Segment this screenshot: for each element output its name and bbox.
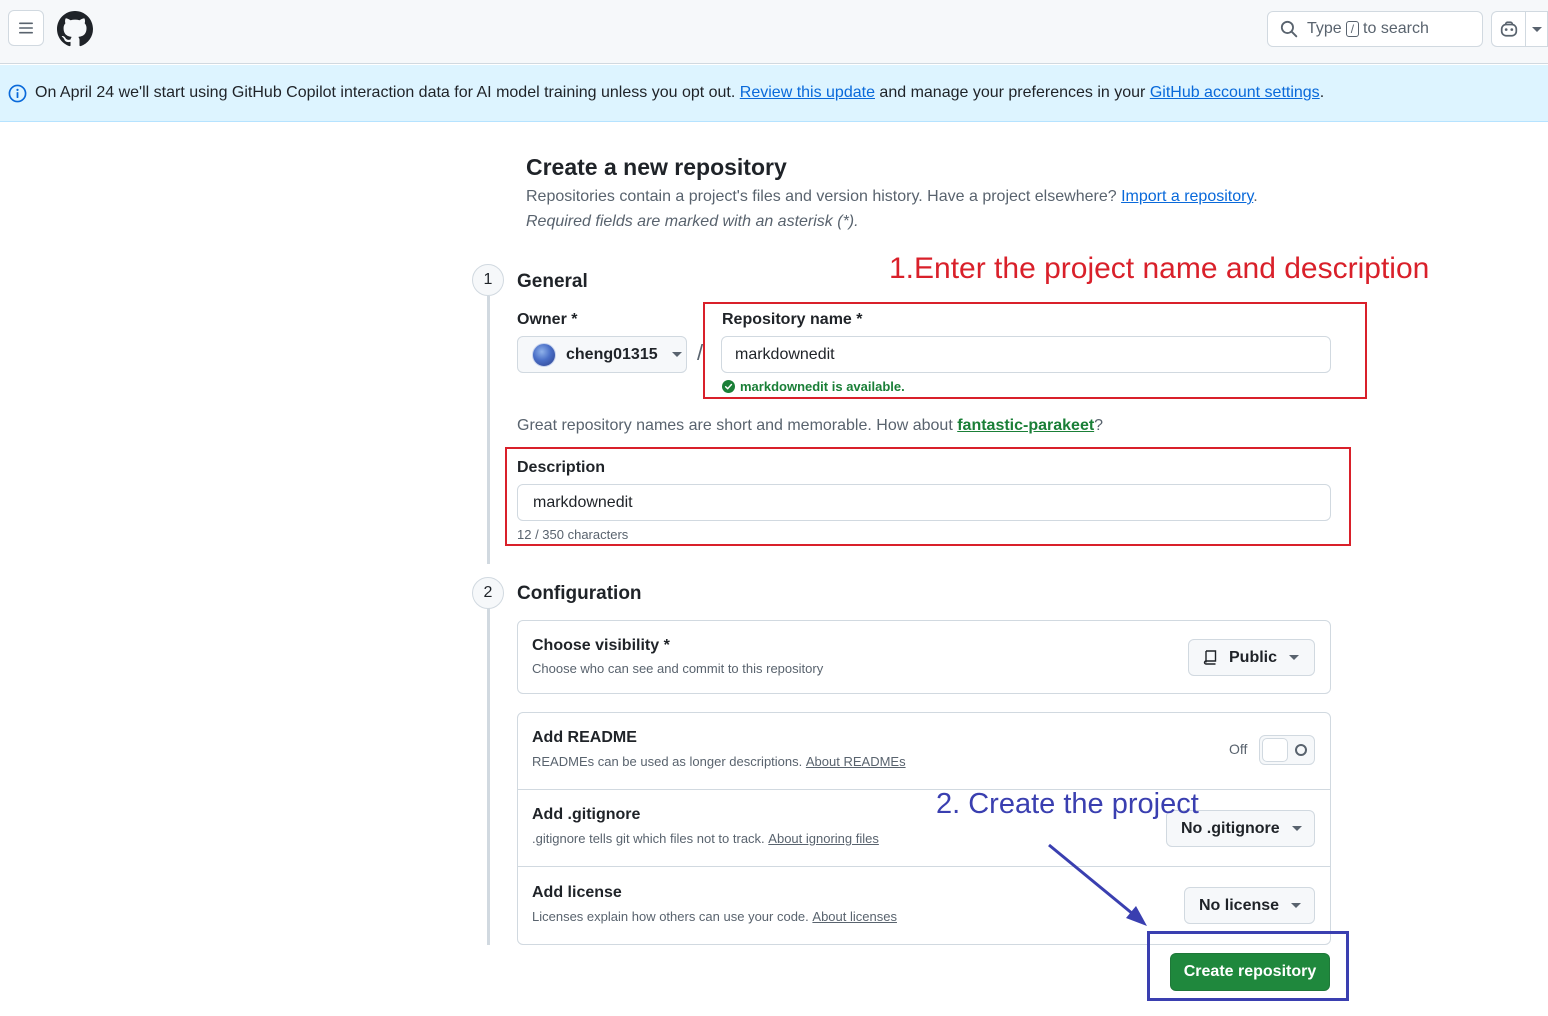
page-subtitle: Repositories contain a project's files a… bbox=[526, 188, 1258, 206]
toggle-off-icon bbox=[1295, 744, 1307, 756]
chevron-down-icon bbox=[1531, 26, 1542, 32]
general-heading: General bbox=[517, 271, 588, 292]
subtitle-end: . bbox=[1253, 188, 1258, 205]
readme-toggle-label: Off bbox=[1229, 741, 1248, 757]
name-suggestion: Great repository names are short and mem… bbox=[517, 417, 1103, 435]
banner-text-end: . bbox=[1319, 84, 1325, 101]
annotation-step-2: 2. Create the project bbox=[936, 788, 1199, 820]
chevron-down-icon bbox=[671, 352, 682, 357]
github-logo-icon[interactable] bbox=[57, 11, 93, 47]
gitignore-desc: .gitignore tells git which files not to … bbox=[532, 831, 879, 846]
copilot-menu-button[interactable] bbox=[1525, 11, 1548, 47]
step-2-badge: 2 bbox=[472, 577, 504, 609]
owner-select[interactable]: cheng01315 bbox=[517, 336, 687, 373]
gitignore-value: No .gitignore bbox=[1181, 819, 1280, 837]
avatar bbox=[532, 342, 556, 367]
required-note: Required fields are marked with an aster… bbox=[526, 213, 859, 230]
account-settings-link[interactable]: GitHub account settings bbox=[1150, 84, 1320, 102]
readme-desc: READMEs can be used as longer descriptio… bbox=[532, 754, 906, 769]
divider bbox=[518, 866, 1330, 867]
search-suffix: to search bbox=[1363, 20, 1429, 37]
menu-button[interactable] bbox=[8, 10, 44, 46]
chevron-down-icon bbox=[1291, 826, 1302, 831]
annotation-box-repo-name bbox=[703, 302, 1367, 399]
search-prefix: Type bbox=[1307, 20, 1342, 37]
repo-icon bbox=[1203, 650, 1217, 665]
hamburger-icon bbox=[19, 22, 33, 34]
banner-text-middle: and manage your preferences in your bbox=[879, 84, 1146, 101]
visibility-value: Public bbox=[1229, 648, 1278, 666]
owner-label: Owner * bbox=[517, 311, 578, 328]
global-header: Type / to search bbox=[0, 0, 1548, 64]
visibility-title: Choose visibility * bbox=[532, 637, 670, 654]
license-title: Add license bbox=[532, 884, 622, 901]
chevron-down-icon bbox=[1289, 655, 1300, 660]
license-desc-text: Licenses explain how others can use your… bbox=[532, 909, 809, 924]
visibility-desc: Choose who can see and commit to this re… bbox=[532, 661, 824, 676]
about-readmes-link[interactable]: About READMEs bbox=[806, 754, 906, 769]
readme-desc-text: READMEs can be used as longer descriptio… bbox=[532, 754, 803, 769]
divider bbox=[518, 789, 1330, 790]
license-select[interactable]: No license bbox=[1184, 887, 1315, 924]
configuration-heading: Configuration bbox=[517, 583, 642, 604]
copilot-button[interactable] bbox=[1491, 11, 1525, 47]
chevron-down-icon bbox=[1291, 903, 1302, 908]
toggle-knob bbox=[1262, 738, 1288, 762]
readme-toggle[interactable] bbox=[1259, 735, 1315, 765]
search-shortcut-key: / bbox=[1345, 21, 1360, 37]
search-icon bbox=[1280, 20, 1298, 38]
create-repository-button[interactable]: Create repository bbox=[1170, 953, 1330, 991]
license-value: No license bbox=[1199, 896, 1280, 914]
banner-text: On April 24 we'll start using GitHub Cop… bbox=[35, 84, 736, 101]
step-2-line bbox=[487, 608, 490, 945]
visibility-select[interactable]: Public bbox=[1188, 639, 1315, 676]
search-box[interactable]: Type / to search bbox=[1267, 11, 1483, 47]
step-1-line bbox=[487, 296, 490, 564]
annotation-step-1: 1.Enter the project name and description bbox=[889, 252, 1430, 285]
import-repository-link[interactable]: Import a repository bbox=[1121, 188, 1253, 205]
about-ignoring-files-link[interactable]: About ignoring files bbox=[768, 831, 879, 846]
owner-value: cheng01315 bbox=[566, 345, 658, 363]
suggestion-end: ? bbox=[1094, 417, 1104, 434]
step-1-badge: 1 bbox=[472, 264, 504, 296]
notice-banner: On April 24 we'll start using GitHub Cop… bbox=[0, 65, 1548, 122]
review-update-link[interactable]: Review this update bbox=[740, 84, 875, 102]
readme-title: Add README bbox=[532, 729, 637, 746]
suggestion-text: Great repository names are short and mem… bbox=[517, 417, 953, 434]
page-title: Create a new repository bbox=[526, 154, 787, 180]
subtitle-text: Repositories contain a project's files a… bbox=[526, 188, 1117, 205]
about-licenses-link[interactable]: About licenses bbox=[812, 909, 897, 924]
license-desc: Licenses explain how others can use your… bbox=[532, 909, 897, 924]
annotation-box-description bbox=[505, 447, 1351, 546]
info-icon bbox=[8, 84, 27, 102]
gitignore-title: Add .gitignore bbox=[532, 806, 641, 823]
suggested-name-link[interactable]: fantastic-parakeet bbox=[957, 417, 1094, 434]
copilot-icon bbox=[1500, 21, 1517, 37]
gitignore-desc-text: .gitignore tells git which files not to … bbox=[532, 831, 765, 846]
